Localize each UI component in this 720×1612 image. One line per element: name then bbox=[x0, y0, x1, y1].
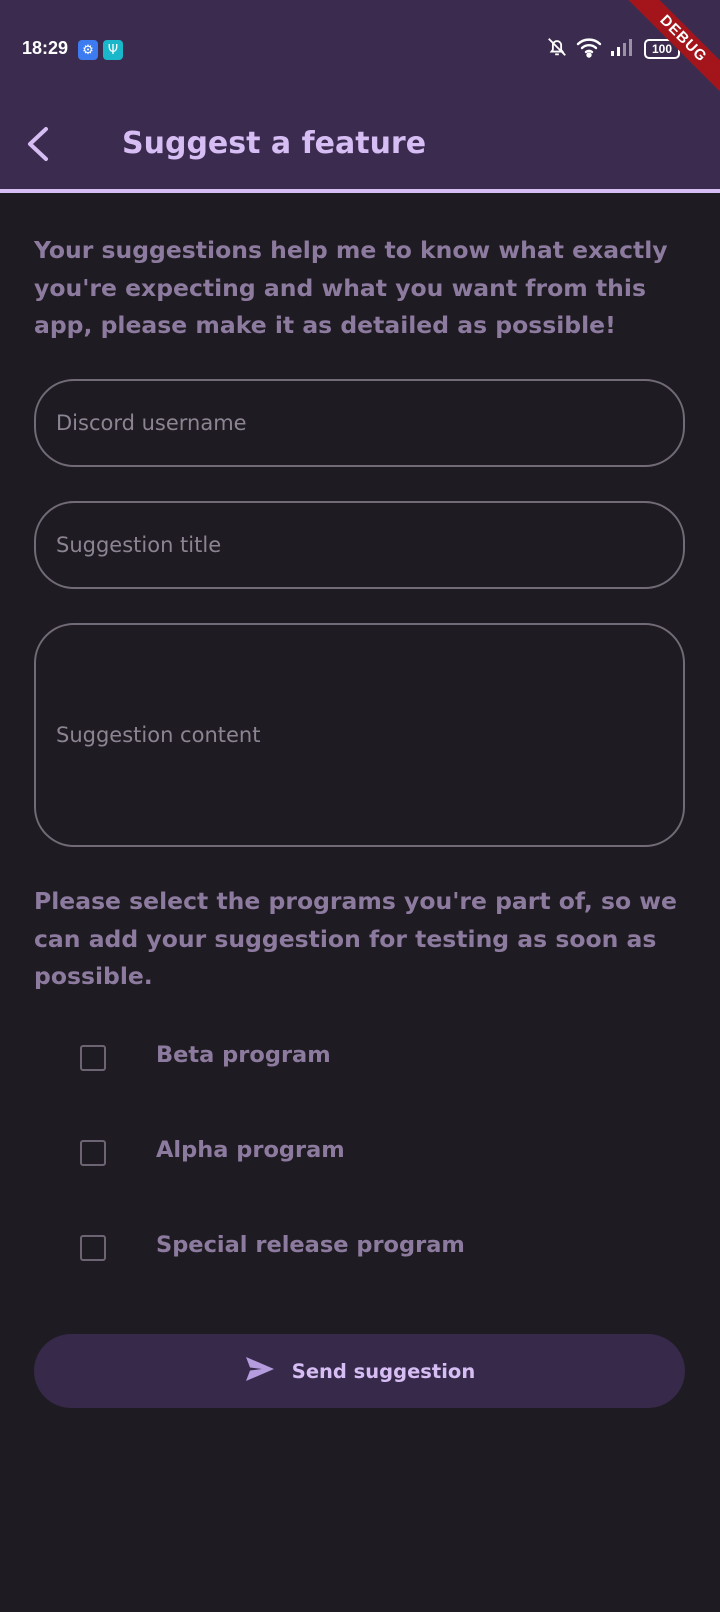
send-icon bbox=[244, 1355, 276, 1388]
beta-program-option[interactable]: Beta program bbox=[0, 1031, 720, 1091]
signal-icon bbox=[610, 37, 636, 61]
settings-icon: ⚙ bbox=[78, 40, 98, 60]
beta-program-label: Beta program bbox=[156, 1042, 331, 1068]
status-bar: 18:29 ⚙ Ψ 100 bbox=[0, 0, 720, 100]
special-release-program-label: Special release program bbox=[156, 1232, 465, 1258]
suggestion-title-placeholder: Suggestion title bbox=[56, 533, 222, 557]
programs-description: Please select the programs you're part o… bbox=[34, 887, 677, 990]
chevron-left-icon bbox=[24, 125, 52, 167]
discord-username-placeholder: Discord username bbox=[56, 411, 247, 435]
app-bar: 18:29 ⚙ Ψ 100 DEBUG Suggest a feature bbox=[0, 0, 720, 193]
suggestion-title-field[interactable]: Suggestion title bbox=[34, 501, 685, 589]
status-indicators: 100 bbox=[546, 36, 680, 62]
special-release-program-option[interactable]: Special release program bbox=[0, 1221, 720, 1281]
status-time: 18:29 bbox=[22, 38, 69, 58]
suggestion-content-placeholder: Suggestion content bbox=[56, 723, 261, 747]
send-suggestion-button[interactable]: Send suggestion bbox=[34, 1334, 685, 1408]
intro-text: Your suggestions help me to know what ex… bbox=[34, 236, 668, 339]
suggestion-content-field[interactable]: Suggestion content bbox=[34, 623, 685, 847]
discord-username-field[interactable]: Discord username bbox=[34, 379, 685, 467]
wifi-icon bbox=[576, 36, 602, 62]
alpha-program-label: Alpha program bbox=[156, 1137, 345, 1163]
special-release-program-checkbox[interactable] bbox=[80, 1235, 106, 1261]
send-suggestion-label: Send suggestion bbox=[291, 1359, 476, 1383]
alpha-program-option[interactable]: Alpha program bbox=[0, 1126, 720, 1186]
page-title: Suggest a feature bbox=[122, 126, 427, 161]
back-button[interactable] bbox=[18, 122, 58, 170]
beta-program-checkbox[interactable] bbox=[80, 1045, 106, 1071]
bell-off-icon bbox=[546, 36, 568, 62]
usb-icon: Ψ bbox=[103, 40, 123, 60]
alpha-program-checkbox[interactable] bbox=[80, 1140, 106, 1166]
